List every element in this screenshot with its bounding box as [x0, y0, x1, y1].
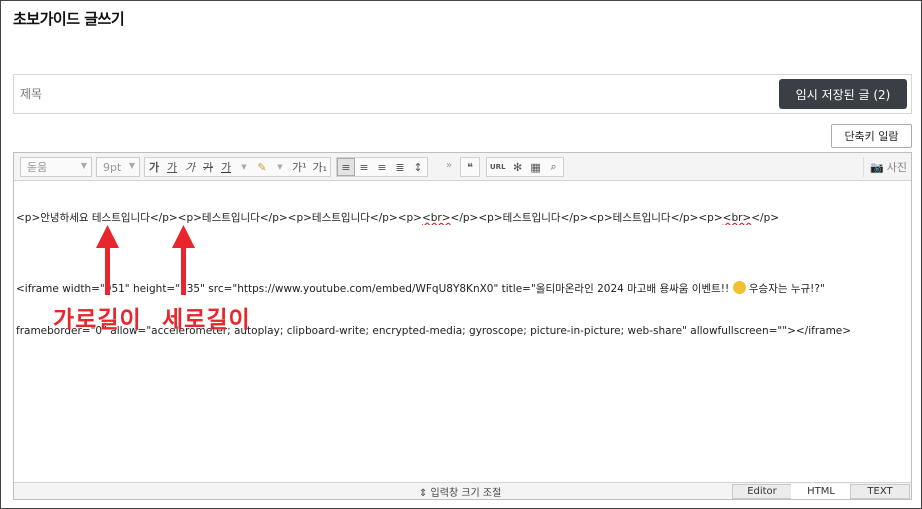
table-icon[interactable]: ▦ [527, 158, 545, 176]
font-size-select[interactable]: 9pt ▼ [96, 157, 140, 177]
font-color-button[interactable]: 가 [217, 158, 235, 176]
superscript-button[interactable]: 가¹ [289, 158, 310, 176]
align-left-icon[interactable]: ≡ [337, 158, 355, 176]
page-title: 초보가이드 글쓰기 [13, 10, 125, 28]
editor: 돋움 ▼ 9pt ▼ 가 가 가 가 가 ▼ ✎ ▼ 가¹ 가₁ ≡ ≡ ≡ ≣… [13, 152, 912, 500]
camera-icon: 📷 [870, 160, 884, 174]
subscript-button[interactable]: 가₁ [310, 158, 331, 176]
font-size-value: 9pt [103, 160, 122, 174]
resize-handle[interactable]: ⇕ 입력창 크기 조절 [419, 484, 501, 499]
tab-editor[interactable]: Editor [732, 484, 792, 499]
chevron-down-icon[interactable]: ▼ [271, 158, 289, 176]
code-line-3: <iframe width="951" height="535" src="ht… [16, 281, 825, 295]
emoji-icon [732, 281, 746, 294]
editor-bottom-bar: ⇕ 입력창 크기 조절 Editor HTML TEXT [14, 482, 911, 499]
width-annotation: 가로길이 [53, 307, 142, 333]
align-justify-icon[interactable]: ≣ [391, 158, 409, 176]
align-group: ≡ ≡ ≡ ≣ ↕ [336, 157, 428, 177]
search-icon[interactable]: ⌕ [545, 158, 563, 176]
text-format-group: 가 가 가 가 가 ▼ ✎ ▼ 가¹ 가₁ [144, 157, 332, 177]
highlight-icon[interactable]: ✎ [253, 158, 271, 176]
tab-html[interactable]: HTML [791, 484, 851, 499]
strikethrough-button[interactable]: 가 [199, 158, 217, 176]
photo-button[interactable]: 📷 사진 [863, 157, 907, 177]
insert-group: ❝ [460, 157, 480, 177]
height-annotation: 세로길이 [162, 307, 251, 333]
bold-button[interactable]: 가 [145, 158, 163, 176]
align-center-icon[interactable]: ≡ [355, 158, 373, 176]
chevron-down-icon: ▼ [128, 161, 135, 170]
more-icon[interactable]: » [446, 160, 452, 171]
saved-drafts-button[interactable]: 임시 저장된 글 (2) [779, 79, 907, 109]
align-right-icon[interactable]: ≡ [373, 158, 391, 176]
media-group: URL ✻ ▦ ⌕ [486, 157, 564, 177]
photo-label: 사진 [886, 161, 907, 174]
tab-text[interactable]: TEXT [850, 484, 910, 499]
html-source-editor[interactable]: <p>안녕하세요 테스트입니다</p><p>테스트입니다</p><p>테스트입니… [14, 182, 911, 482]
line-height-icon[interactable]: ↕ [409, 158, 427, 176]
special-char-icon[interactable]: ✻ [509, 158, 527, 176]
chevron-down-icon: ▼ [80, 161, 87, 170]
editor-toolbar: 돋움 ▼ 9pt ▼ 가 가 가 가 가 ▼ ✎ ▼ 가¹ 가₁ ≡ ≡ ≡ ≣… [14, 153, 911, 181]
chevron-down-icon[interactable]: ▼ [235, 158, 253, 176]
shortcut-list-button[interactable]: 단축키 일람 [831, 124, 912, 148]
title-input[interactable] [14, 75, 774, 113]
font-family-select[interactable]: 돋움 ▼ [20, 157, 92, 177]
underline-button[interactable]: 가 [163, 158, 181, 176]
code-line-1: <p>안녕하세요 테스트입니다</p><p>테스트입니다</p><p>테스트입니… [16, 212, 780, 224]
quote-button[interactable]: ❝ [461, 158, 479, 176]
title-row: 임시 저장된 글 (2) [13, 74, 912, 114]
code-line-4: frameborder="0" allow="accelerometer; au… [16, 325, 852, 337]
font-family-value: 돋움 [27, 161, 48, 174]
italic-button[interactable]: 가 [181, 158, 199, 176]
url-button[interactable]: URL [487, 158, 509, 176]
